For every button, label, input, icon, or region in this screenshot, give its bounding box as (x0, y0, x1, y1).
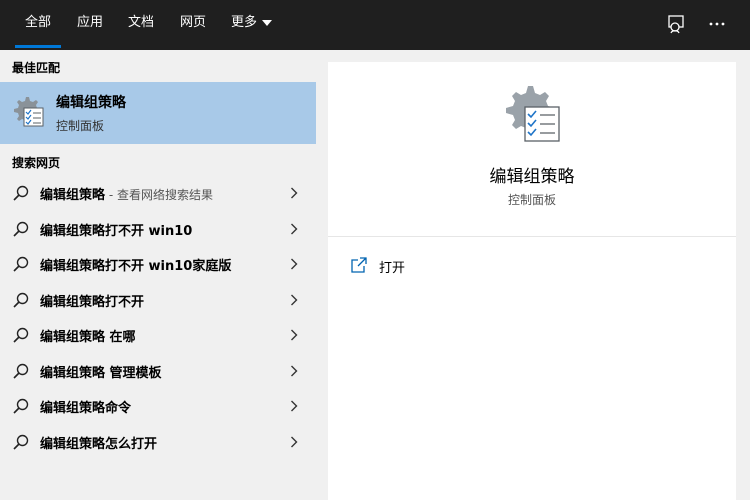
tab-documents[interactable]: 文档 (128, 0, 154, 50)
best-match-subtitle: 控制面板 (56, 119, 105, 133)
suggestion-query: 编辑组策略 在哪 (40, 330, 136, 345)
caret-down-icon (262, 19, 273, 26)
search-suggestion-row[interactable]: 编辑组策略 - 查看网络搜索结果 (0, 176, 316, 211)
best-match-item[interactable]: 编辑组策略 控制面板 (0, 82, 316, 144)
search-icon (13, 327, 29, 343)
search-suggestion-text: 编辑组策略 管理模板 (40, 362, 162, 381)
divider (328, 236, 736, 237)
feedback-icon[interactable] (665, 13, 687, 35)
tab-apps[interactable]: 应用 (77, 0, 103, 50)
search-suggestion-row[interactable]: 编辑组策略打不开 win10 (0, 212, 316, 247)
best-match-heading: 最佳匹配 (12, 61, 61, 75)
chevron-right-icon[interactable] (290, 329, 298, 341)
chevron-right-icon[interactable] (290, 294, 298, 306)
search-suggestion-row[interactable]: 编辑组策略打不开 win10家庭版 (0, 247, 316, 282)
open-action-label: 打开 (379, 261, 406, 276)
chevron-right-icon[interactable] (290, 400, 298, 412)
tab-more-label: 更多 (231, 15, 258, 30)
open-action[interactable]: 打开 (348, 252, 548, 278)
search-suggestion-text: 编辑组策略命令 (40, 397, 131, 416)
tab-more[interactable]: 更多 (231, 0, 273, 50)
search-suggestion-row[interactable]: 编辑组策略 管理模板 (0, 354, 316, 389)
suggestion-query: 编辑组策略打不开 (40, 294, 145, 310)
tab-web[interactable]: 网页 (180, 0, 206, 50)
chevron-right-icon[interactable] (290, 258, 298, 270)
suggestion-query: 编辑组策略怎么打开 (40, 436, 158, 452)
tab-all[interactable]: 全部 (14, 0, 62, 50)
search-suggestion-text: 编辑组策略 - 查看网络搜索结果 (40, 184, 213, 203)
search-icon (13, 363, 29, 379)
search-icon (13, 256, 29, 272)
chevron-right-icon[interactable] (290, 436, 298, 448)
chevron-right-icon[interactable] (290, 365, 298, 377)
more-options-icon[interactable] (706, 13, 728, 35)
suggestion-query: 编辑组策略命令 (40, 401, 132, 416)
search-suggestion-text: 编辑组策略 在哪 (40, 326, 136, 345)
search-suggestion-text: 编辑组策略打不开 win10家庭版 (40, 255, 231, 274)
suggestion-query: 编辑组策略 管理模板 (40, 365, 162, 381)
search-suggestion-row[interactable]: 编辑组策略打不开 (0, 283, 316, 318)
search-icon (13, 292, 29, 308)
chevron-right-icon[interactable] (290, 187, 298, 199)
group-policy-icon (506, 86, 560, 142)
top-tab-bar: 全部 应用 文档 网页 更多 (0, 0, 750, 50)
results-pane: 最佳匹配 编辑组策略 控制面板 搜索网页 编辑组策略 - 查看网络搜索结果 编辑组… (0, 50, 316, 500)
open-external-icon (351, 257, 367, 273)
search-suggestion-row[interactable]: 编辑组策略 在哪 (0, 318, 316, 353)
search-suggestion-row[interactable]: 编辑组策略命令 (0, 389, 316, 424)
web-search-heading: 搜索网页 (12, 156, 61, 170)
search-icon (13, 185, 29, 201)
search-icon (13, 221, 29, 237)
search-icon (13, 434, 29, 450)
preview-subtitle: 控制面板 (507, 193, 556, 207)
search-suggestion-text: 编辑组策略打不开 (40, 291, 144, 310)
suggestion-query: 编辑组策略 (40, 188, 106, 203)
search-suggestion-text: 编辑组策略怎么打开 (40, 433, 157, 452)
group-policy-icon (14, 97, 44, 127)
preview-pane: 编辑组策略 控制面板 打开 (328, 62, 736, 500)
suggestion-query: 编辑组策略打不开 win10 (40, 223, 193, 239)
search-icon (13, 398, 29, 414)
suggestion-query: 编辑组策略打不开 win10家庭版 (40, 259, 232, 274)
search-suggestion-text: 编辑组策略打不开 win10 (40, 220, 192, 239)
suggestion-hint: - 查看网络搜索结果 (105, 188, 213, 202)
preview-title: 编辑组策略 (489, 167, 575, 187)
chevron-right-icon[interactable] (290, 223, 298, 235)
search-suggestion-row[interactable]: 编辑组策略怎么打开 (0, 425, 316, 460)
best-match-title: 编辑组策略 (56, 95, 126, 111)
